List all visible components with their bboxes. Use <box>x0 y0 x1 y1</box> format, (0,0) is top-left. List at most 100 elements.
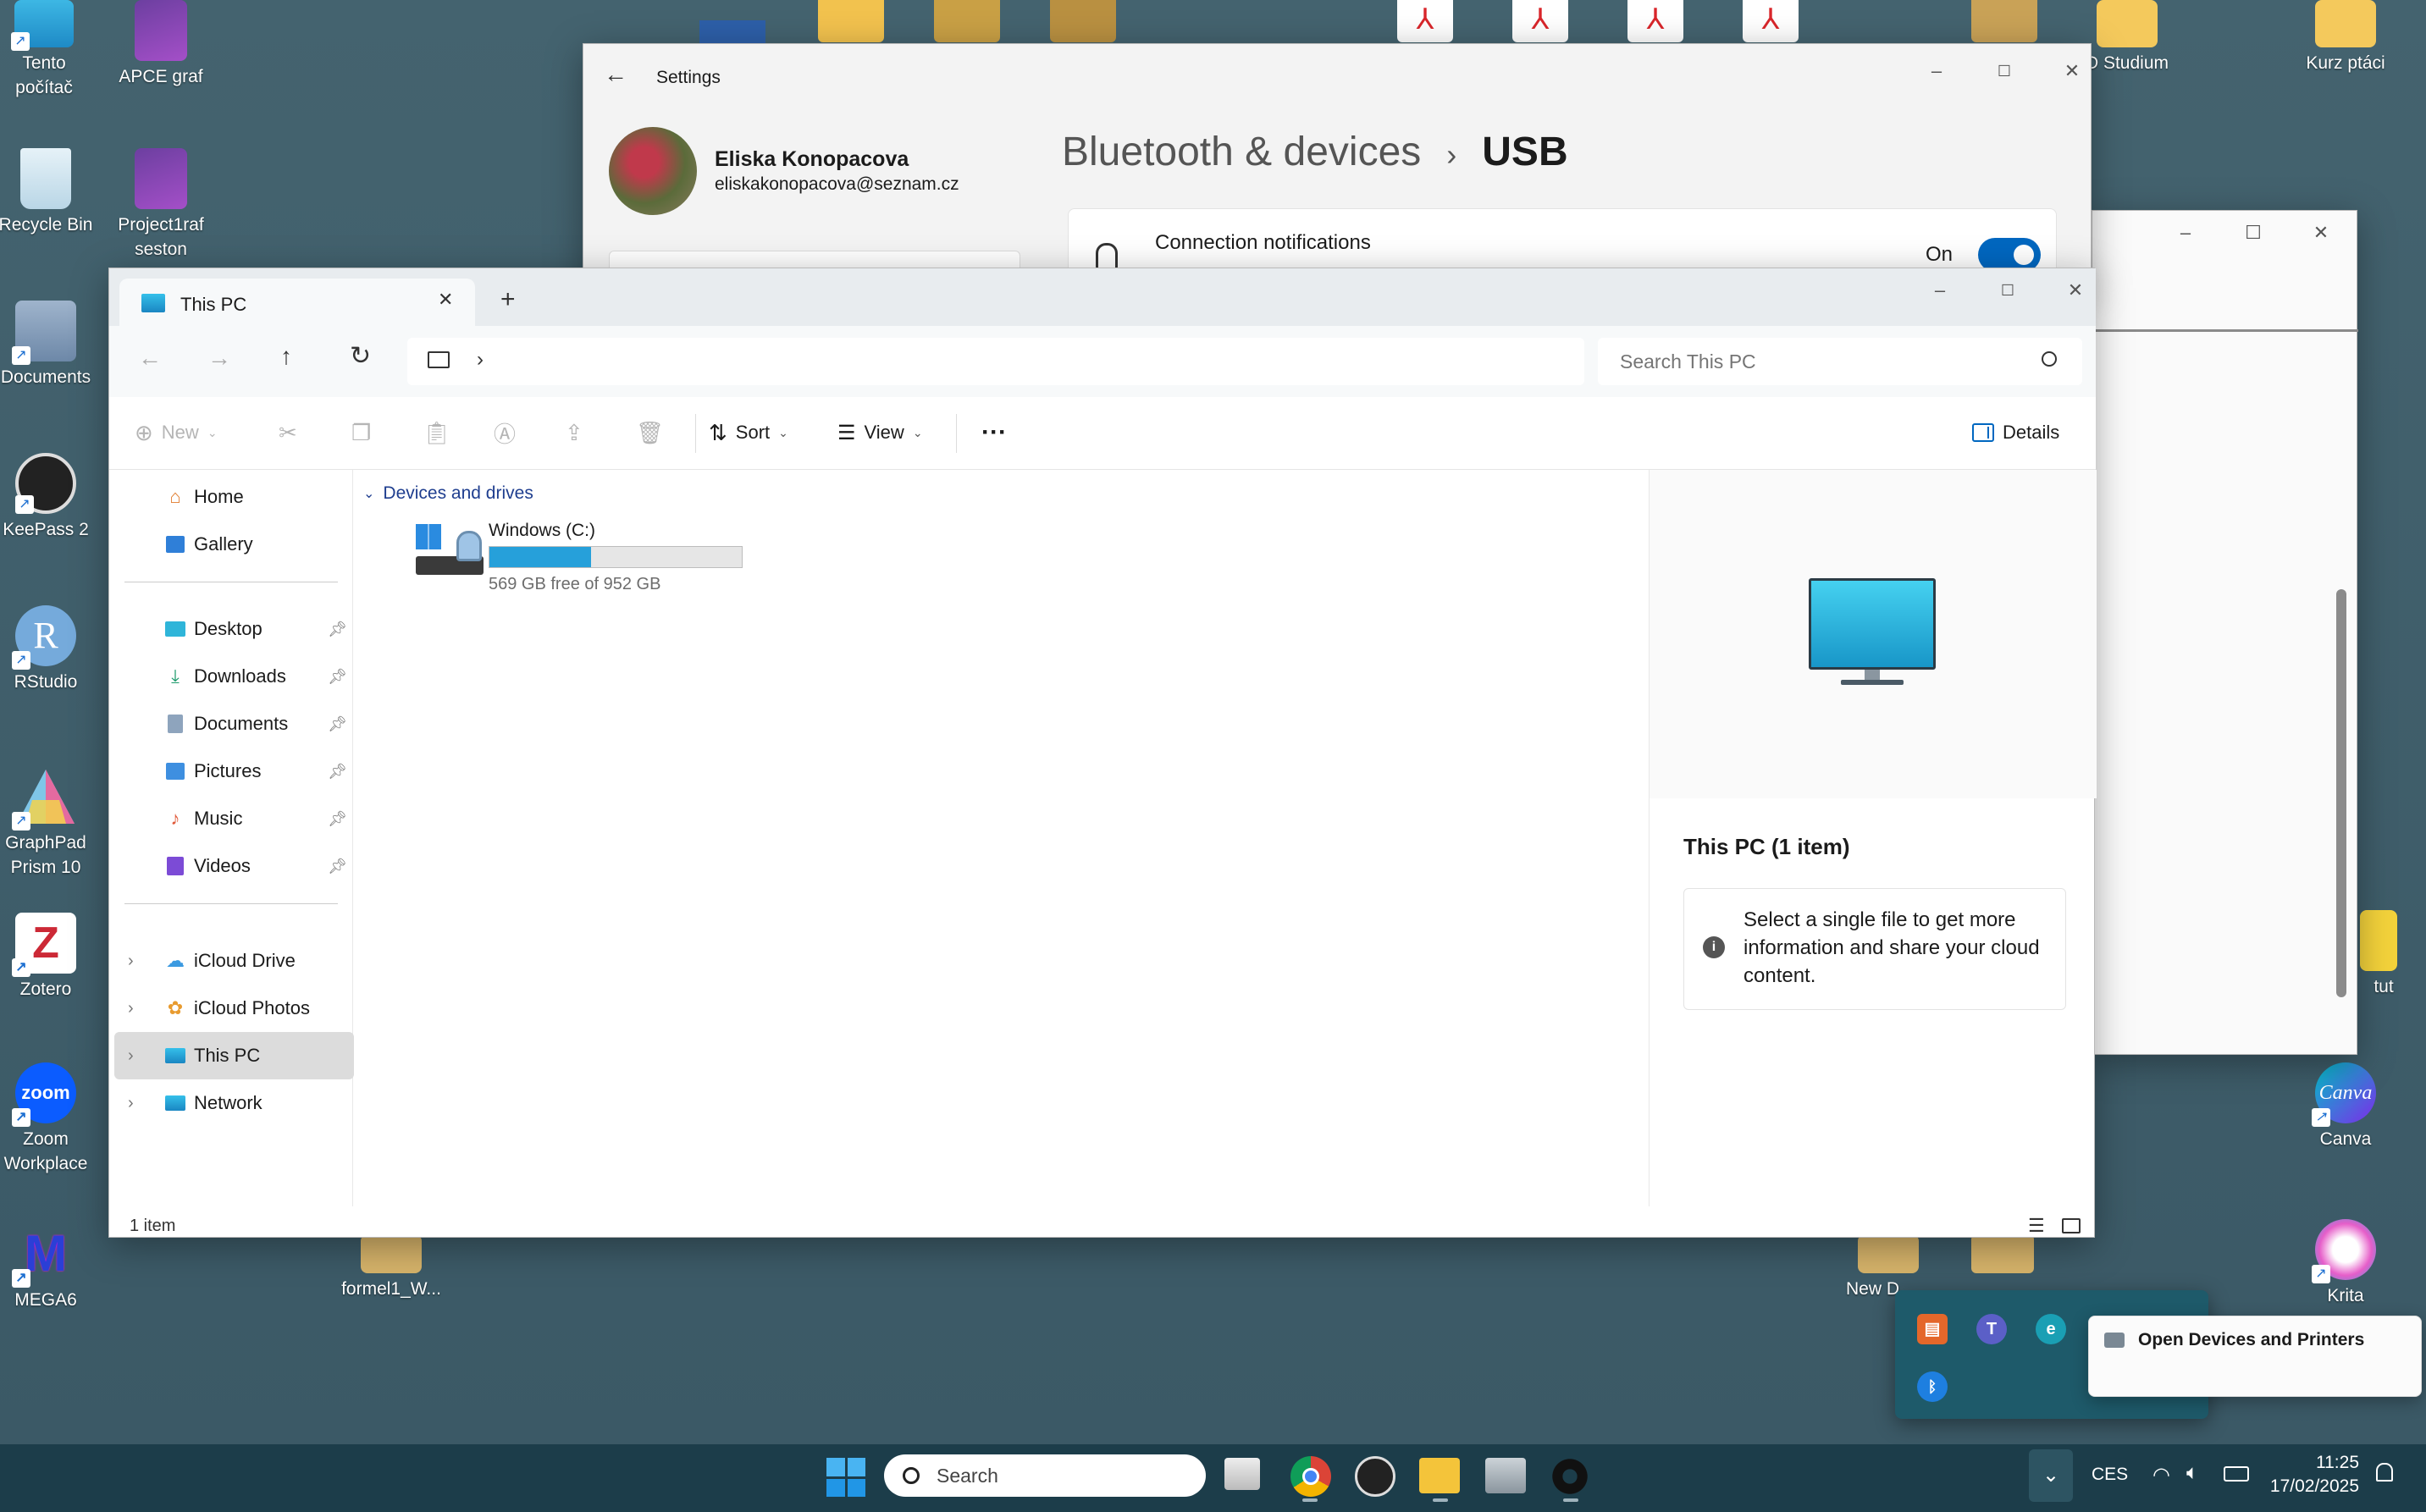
teams-icon[interactable]: T <box>1976 1314 2007 1344</box>
avatar[interactable] <box>609 127 697 215</box>
desktop-icon-zotero[interactable]: Z ↗ Zotero <box>0 913 97 1002</box>
nav-item-home[interactable]: ⌂ Home <box>114 473 354 521</box>
pdf-file-icon[interactable]: ⅄ <box>1743 0 1799 42</box>
volume-icon[interactable]: 🔈︎ <box>2186 1461 2198 1485</box>
maximize-button[interactable]: ☐ <box>1987 54 2021 88</box>
notifications-toggle[interactable] <box>1978 238 2041 272</box>
nav-item-this-pc[interactable]: › This PC <box>114 1032 354 1079</box>
close-button[interactable]: ✕ <box>2059 273 2092 307</box>
close-button[interactable]: ✕ <box>2304 216 2338 250</box>
chrome-icon[interactable] <box>1290 1456 1331 1497</box>
pin-icon[interactable]: 📌︎ <box>328 668 347 686</box>
file-explorer-window[interactable]: This PC ✕ + – ☐ ✕ ← → ↑ ↻ › ⊕ New ⌄ ✂ ❐ … <box>108 268 2097 1238</box>
desktop-icon-mega6[interactable]: M ↗ MEGA6 <box>0 1223 97 1312</box>
breadcrumb-parent[interactable]: Bluetooth & devices <box>1062 129 1421 175</box>
pin-icon[interactable]: 📌︎ <box>328 763 347 781</box>
desktop-icon-zoom[interactable]: zoom ↗ Zoom Workplace <box>0 1062 97 1176</box>
nav-item-videos[interactable]: Videos 📌︎ <box>114 842 354 890</box>
nav-item-documents[interactable]: Documents 📌︎ <box>114 700 354 748</box>
more-options-button[interactable]: ··· <box>981 404 1007 461</box>
pdf-file-icon[interactable]: ⅄ <box>1397 0 1453 42</box>
edge-icon[interactable]: e <box>2036 1314 2066 1344</box>
up-icon[interactable]: ↑ <box>280 343 292 370</box>
share-button[interactable]: ⇪ <box>565 404 583 461</box>
details-button[interactable]: Details <box>1972 404 2059 461</box>
nav-item-desktop[interactable]: Desktop 📌︎ <box>114 605 354 653</box>
address-bar[interactable]: › <box>407 338 1584 385</box>
new-button[interactable]: ⊕ New ⌄ <box>135 404 218 461</box>
app-tray-icon[interactable]: ▤ <box>1917 1314 1948 1344</box>
forward-icon[interactable]: → <box>207 345 231 372</box>
desktop-icon-recycle-bin[interactable]: Recycle Bin <box>0 148 97 237</box>
image-folder-icon[interactable] <box>934 0 1000 42</box>
pdf-file-icon[interactable]: ⅄ <box>1627 0 1683 42</box>
desktop-icon-kurz-ptaci[interactable]: Kurz ptáci <box>2295 0 2396 75</box>
keepass-taskbar-icon[interactable] <box>1355 1456 1395 1497</box>
context-menu-item-open-devices[interactable]: Open Devices and Printers <box>2094 1322 2416 1359</box>
nav-item-downloads[interactable]: ⤓ Downloads 📌︎ <box>114 653 354 700</box>
drive-item[interactable]: Windows (C:) 569 GB free of 952 GB <box>411 516 851 593</box>
settings-window[interactable]: ← Settings – ☐ ✕ Eliska Konopacova elisk… <box>583 43 2092 290</box>
minimize-button[interactable]: – <box>1923 273 1957 307</box>
sort-button[interactable]: ⇅ Sort ⌄ <box>709 404 788 461</box>
app-taskbar-icon[interactable] <box>1485 1458 1526 1493</box>
chevron-right-icon[interactable]: › <box>128 1046 134 1066</box>
taskbar-search[interactable]: Search <box>884 1454 1206 1497</box>
nav-item-network[interactable]: › Network <box>114 1079 354 1127</box>
clock[interactable]: 11:25 17/02/2025 <box>2259 1451 2359 1498</box>
pdf-file-icon[interactable]: ⅄ <box>1512 0 1568 42</box>
copy-button[interactable]: ❐ <box>351 404 371 461</box>
chevron-right-icon[interactable]: › <box>128 1094 134 1113</box>
nav-item-music[interactable]: ♪ Music 📌︎ <box>114 795 354 842</box>
address-separator[interactable]: › <box>477 348 484 372</box>
minimize-button[interactable]: – <box>1920 54 1954 88</box>
delete-button[interactable]: 🗑︎ <box>636 404 664 461</box>
chevron-right-icon[interactable]: › <box>128 952 134 971</box>
desktop-icon-apce-graf[interactable]: APCE graf <box>110 0 212 89</box>
bluetooth-icon[interactable]: ᛒ <box>1917 1371 1948 1402</box>
desktop-icon-this-pc[interactable]: ↗ Tento počítač <box>0 0 95 100</box>
nav-item-icloud-photos[interactable]: › ✿ iCloud Photos <box>114 985 354 1032</box>
language-indicator[interactable]: CES <box>2092 1465 2128 1485</box>
back-icon[interactable]: ← <box>138 345 162 372</box>
search-box[interactable] <box>1598 338 2082 385</box>
desktop-icon-d-studium[interactable]: D Studium <box>2076 0 2178 75</box>
view-button[interactable]: ☰ View ⌄ <box>837 404 923 461</box>
desktop-icon-keepass[interactable]: ↗ KeePass 2 <box>0 453 97 542</box>
desktop-icon-documents[interactable]: ↗ Documents <box>0 301 97 389</box>
close-button[interactable]: ✕ <box>2055 54 2089 88</box>
minimize-button[interactable]: – <box>2169 216 2202 250</box>
nav-item-icloud-drive[interactable]: › ☁ iCloud Drive <box>114 937 354 985</box>
background-window[interactable]: – ☐ ✕ <box>2092 210 2358 1055</box>
nav-item-pictures[interactable]: Pictures 📌︎ <box>114 748 354 795</box>
search-icon[interactable] <box>2042 351 2057 367</box>
cut-button[interactable]: ✂ <box>279 404 297 461</box>
search-input[interactable] <box>1618 346 2016 377</box>
maximize-button[interactable]: ☐ <box>1991 273 2025 307</box>
maximize-button[interactable]: ☐ <box>2236 216 2270 250</box>
back-icon[interactable]: ← <box>604 61 627 88</box>
desktop-icon-graphpad[interactable]: ↗ GraphPad Prism 10 <box>0 766 97 880</box>
desktop-icon-rstudio[interactable]: R ↗ RStudio <box>0 605 97 694</box>
start-button[interactable] <box>826 1458 865 1497</box>
folder-icon[interactable] <box>818 0 884 42</box>
notifications-bell-icon[interactable] <box>2376 1463 2393 1482</box>
refresh-icon[interactable]: ↻ <box>350 341 371 371</box>
show-hidden-icons-button[interactable]: ⌄ <box>2029 1449 2073 1502</box>
new-tab-button[interactable]: + <box>500 285 516 314</box>
task-view-icon[interactable] <box>1224 1458 1260 1490</box>
desktop-icon-krita[interactable]: ↗ Krita <box>2295 1219 2396 1308</box>
tab-close-icon[interactable]: ✕ <box>438 289 453 311</box>
section-header[interactable]: ⌄ Devices and drives <box>363 483 533 504</box>
nav-item-gallery[interactable]: Gallery <box>114 521 354 568</box>
paste-button[interactable]: 📋︎ <box>423 404 450 461</box>
desktop-icon-canva[interactable]: Canva ↗ Canva <box>2295 1062 2396 1151</box>
wifi-icon[interactable]: ◠ <box>2152 1463 2170 1487</box>
pin-icon[interactable]: 📌︎ <box>328 810 347 828</box>
folder-icon[interactable] <box>1971 0 2037 42</box>
file-explorer-icon[interactable] <box>1419 1458 1460 1493</box>
chevron-right-icon[interactable]: › <box>128 999 134 1018</box>
battery-icon[interactable] <box>2224 1466 2249 1482</box>
desktop-icon-project1raf[interactable]: Project1raf seston <box>110 148 212 262</box>
tab-this-pc[interactable]: This PC ✕ <box>119 279 475 328</box>
